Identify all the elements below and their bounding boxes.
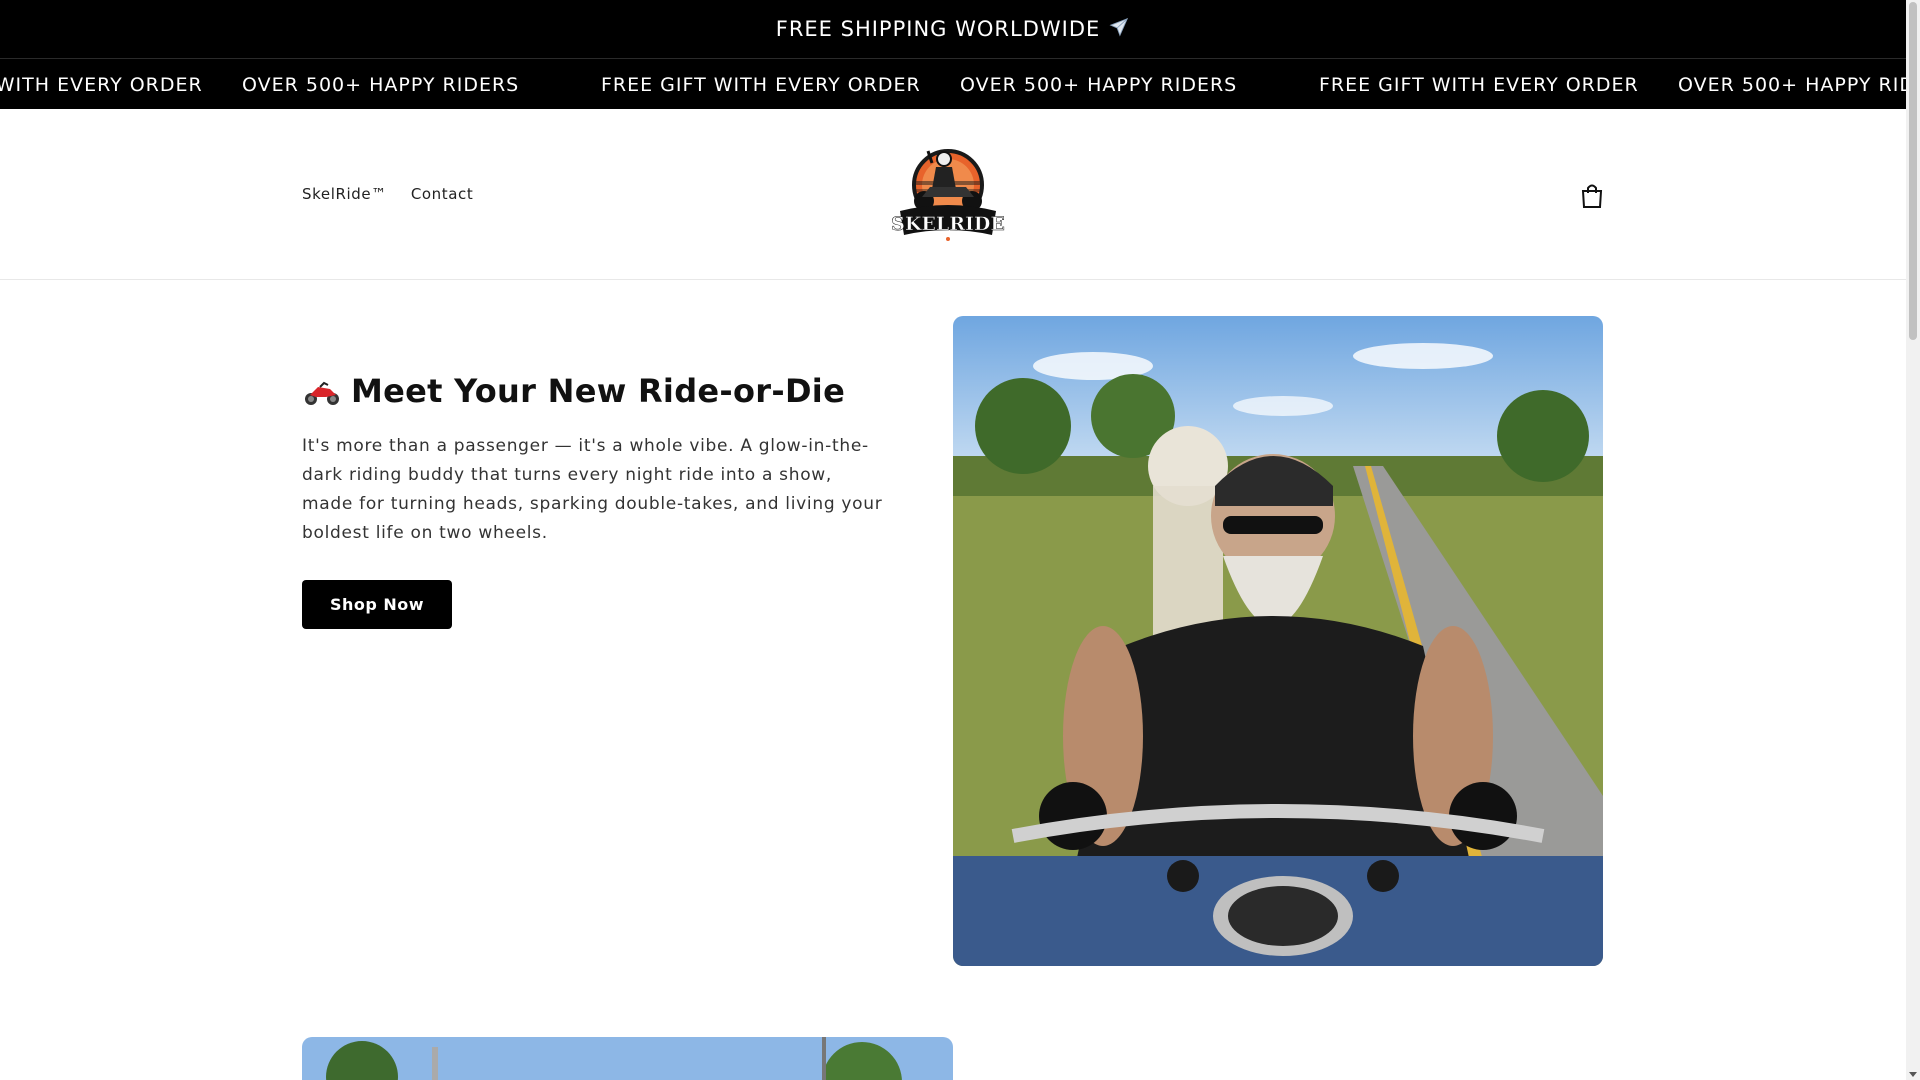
scrollbar-thumb[interactable] — [1909, 2, 1917, 340]
marquee-item: OVER 500+ HAPPY RIDERS — [242, 73, 520, 96]
marquee-item: FREE GIFT WITH EVERY ORDER — [0, 73, 203, 96]
page-scrollbar[interactable] — [1906, 0, 1920, 1080]
marquee-item: FREE GIFT WITH EVERY ORDER — [1319, 73, 1639, 96]
hero-title: Meet Your New Ride-or-Die — [302, 372, 892, 410]
announcement-bar: FREE SHIPPING WORLDWIDE — [0, 0, 1906, 58]
brand-logo[interactable]: SKELRIDE — [886, 133, 1010, 255]
motorcycle-icon — [302, 377, 342, 405]
logo-text: SKELRIDE — [891, 213, 1005, 235]
hero-description: It's more than a passenger — it's a whol… — [302, 436, 883, 543]
marquee-item: FREE GIFT WITH EVERY ORDER — [601, 73, 921, 96]
site-header: SkelRide™ Contact SKELRIDE — [0, 109, 1906, 280]
nav-link-skelride[interactable]: SkelRide™ — [302, 185, 387, 203]
announcement-text: FREE SHIPPING WORLDWIDE — [775, 17, 1101, 41]
hero-image — [953, 316, 1603, 966]
section-image — [302, 1037, 953, 1080]
marquee-item: OVER 500+ HAPPY RIDERS — [1678, 73, 1906, 96]
shop-now-button[interactable]: Shop Now — [302, 580, 452, 629]
marquee-item: OVER 500+ HAPPY RIDERS — [960, 73, 1238, 96]
airplane-icon — [1108, 16, 1130, 43]
hero-content: Meet Your New Ride-or-Die It's more than… — [302, 372, 892, 548]
scroll-down-arrow-icon[interactable] — [1908, 1064, 1918, 1077]
nav-link-contact[interactable]: Contact — [411, 185, 474, 203]
main-nav: SkelRide™ Contact — [302, 185, 473, 203]
shopping-bag-icon[interactable] — [1579, 182, 1605, 210]
marquee-bar: FREE GIFT WITH EVERY ORDER OVER 500+ HAP… — [0, 58, 1906, 109]
hero-title-text: Meet Your New Ride-or-Die — [351, 372, 846, 410]
